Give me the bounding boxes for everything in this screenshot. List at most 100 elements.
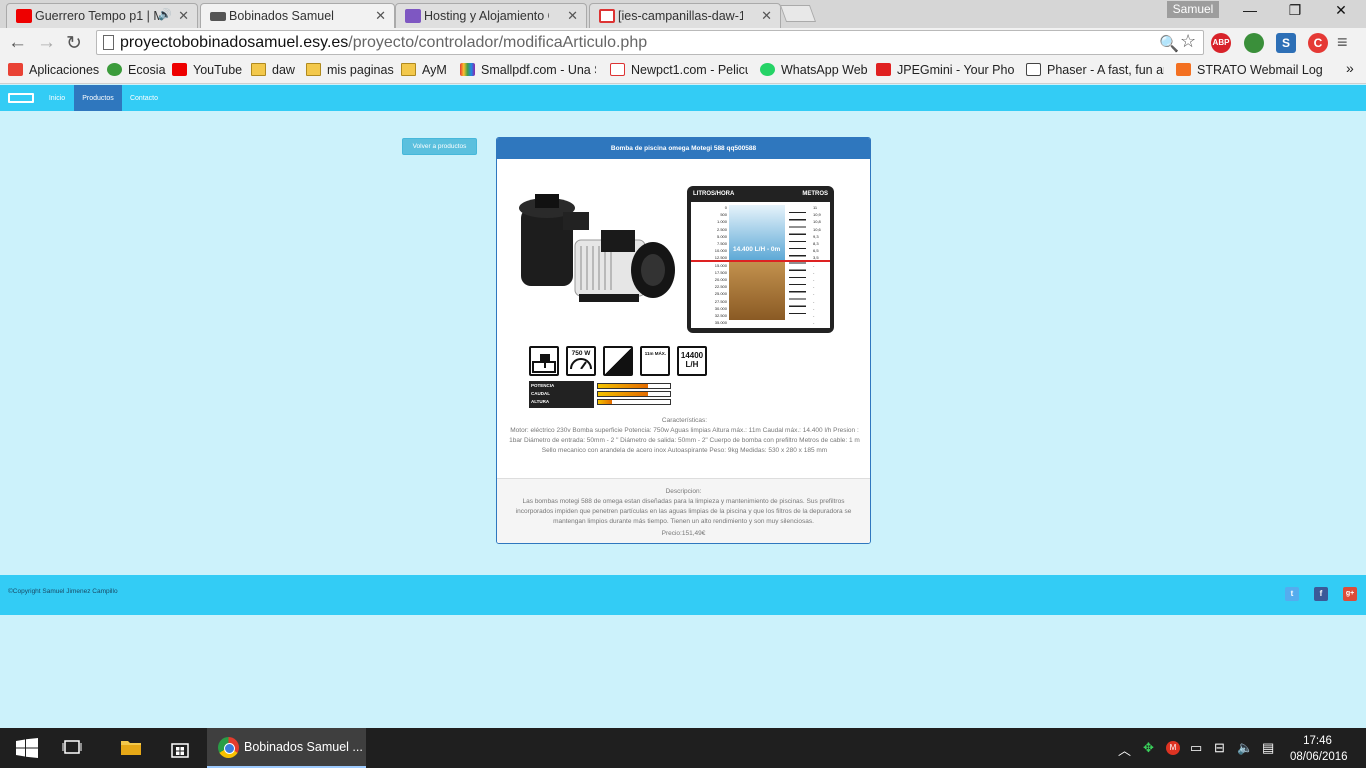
bookmark-folder-aym[interactable]: AyM — [401, 63, 447, 77]
notifications-icon[interactable]: ▤ — [1262, 740, 1274, 756]
gauge-height-value: 11 — [813, 205, 818, 210]
bookmark-whatsapp[interactable]: WhatsApp Web — [760, 63, 868, 77]
gauge-flow-value: 500 — [720, 212, 727, 218]
product-price: Precio:151,49€ — [661, 530, 706, 537]
smallpdf-icon — [460, 63, 475, 76]
bookmark-folder-daw[interactable]: daw — [251, 63, 295, 77]
folder-icon — [251, 63, 266, 76]
nav-inicio[interactable]: Inicio — [42, 85, 72, 111]
reload-icon[interactable]: ↻ — [66, 32, 82, 55]
close-tab-icon[interactable]: ✕ — [567, 8, 578, 24]
max-height-icon: 11m MÁX. — [640, 346, 670, 376]
windows-start-icon[interactable] — [16, 738, 38, 758]
bookmark-smallpdf[interactable]: Smallpdf.com - Una S — [460, 63, 596, 77]
profile-button[interactable]: Samuel — [1167, 1, 1219, 18]
back-arrow-icon[interactable]: ← — [8, 32, 27, 54]
facebook-icon[interactable]: f — [1314, 587, 1328, 601]
address-bar[interactable]: proyectobobinadosamuel.esy.es/proyecto/c… — [96, 30, 1204, 55]
gauge-flow-scale: 0 500 1.000 2.500 5.000 7.500 10.000 12.500 15.0… — [693, 204, 727, 326]
menu-icon[interactable]: ≡ — [1337, 32, 1348, 53]
gauge-flow-label: 14.400 L/H - 0m — [733, 246, 781, 253]
close-window-button[interactable]: ✕ — [1318, 2, 1364, 19]
gauge-flow-value: 22.500 — [714, 284, 727, 290]
gauge-height-value: - — [813, 313, 815, 319]
gauge-flow-value: 17.500 — [714, 269, 727, 275]
ecosia-icon — [107, 63, 122, 76]
gauge-body: 14.400 L/H - 0m 0 500 1.000 2.500 5.000 7.500… — [691, 202, 830, 328]
google-plus-icon[interactable]: g+ — [1343, 587, 1357, 601]
level-bar-fill — [598, 384, 649, 388]
bookmark-phaser[interactable]: Phaser - A fast, fun an — [1026, 63, 1164, 77]
tab-gmail[interactable]: [ies-campanillas-daw-141 ✕ — [589, 3, 781, 28]
forward-arrow-icon[interactable]: → — [37, 32, 56, 54]
gauge-height-value: 6,5 — [813, 248, 819, 254]
gmail-icon — [599, 9, 615, 23]
gauge-height-value: - — [813, 291, 815, 297]
close-tab-icon[interactable]: ✕ — [761, 8, 772, 24]
bookmark-strato[interactable]: STRATO Webmail Log — [1176, 63, 1340, 77]
performance-levels: POTENCIA CAUDAL ALTURA — [529, 381, 594, 408]
mega-icon[interactable]: M — [1166, 741, 1180, 755]
adblock-icon[interactable]: ABP — [1211, 33, 1231, 53]
globe-icon[interactable] — [1244, 33, 1264, 53]
gauge-flow-value: 25.000 — [714, 291, 727, 297]
nav-productos[interactable]: Productos — [74, 85, 122, 111]
gauge-height-value: 9,3 — [813, 233, 819, 239]
bookmark-jpegmini[interactable]: JPEGmini - Your Photo — [876, 63, 1014, 77]
network-icon[interactable]: ⊟ — [1214, 740, 1225, 756]
bookmark-star-icon[interactable]: ☆ — [1180, 31, 1196, 52]
gauge-flow-value: 27.500 — [714, 298, 727, 304]
s-extension-icon[interactable]: S — [1276, 33, 1296, 53]
url-path: /proyecto/controlador/modificaArticulo.p… — [348, 34, 648, 51]
gauge-flow-value: 0 — [724, 205, 727, 210]
gauge-height-value: 8,3 — [813, 241, 819, 247]
speaker-icon[interactable]: 🔊 — [158, 8, 172, 21]
gauge-earth-area — [729, 260, 785, 320]
tab-label: Hosting y Alojamiento Gr — [424, 9, 549, 23]
gauge-height-value: 10,8 — [813, 219, 821, 225]
motor-icon — [210, 12, 226, 21]
site-logo[interactable] — [8, 93, 34, 103]
task-view-icon[interactable] — [61, 738, 83, 758]
taskbar-clock[interactable]: 17:46 08/06/2016 — [1290, 733, 1348, 765]
taskbar-chrome-app[interactable]: Bobinados Samuel ... — [207, 728, 366, 768]
tab-bobinados-samuel[interactable]: Bobinados Samuel ✕ — [200, 3, 395, 28]
battery-icon[interactable]: ▭ — [1190, 740, 1202, 756]
level-label-potencia: POTENCIA — [531, 383, 555, 388]
restore-button[interactable]: ❐ — [1272, 2, 1318, 19]
new-tab-button[interactable] — [779, 5, 817, 22]
bookmark-folder-mis-paginas[interactable]: mis paginas — [306, 63, 394, 77]
gauge-flow-value: 2.500 — [716, 226, 727, 232]
file-explorer-icon[interactable] — [120, 738, 142, 758]
close-tab-icon[interactable]: ✕ — [178, 8, 189, 24]
tray-overflow-icon[interactable]: ︿ — [1118, 740, 1131, 759]
power-750w-icon: 750 W — [566, 346, 596, 376]
back-to-products-button[interactable]: Volver a productos — [402, 138, 477, 155]
volume-icon[interactable]: 🔈 — [1237, 740, 1253, 756]
description-section: Descripcion: Las bombas motegi 588 de om… — [497, 478, 870, 543]
url-host: proyectobobinadosamuel.esy.es — [120, 34, 349, 51]
features-text: Motor: eléctrico 230v Bomba superficie P… — [509, 427, 860, 454]
c-extension-icon[interactable]: C — [1308, 33, 1328, 53]
zoom-search-icon[interactable]: 🔍 — [1159, 34, 1179, 54]
gauge-height-value: 10,6 — [813, 226, 821, 232]
gauge-height-value: - — [813, 305, 815, 311]
clock-time: 17:46 — [1303, 735, 1332, 747]
bookmark-apps[interactable]: Aplicaciones — [8, 63, 99, 77]
more-bookmarks-icon[interactable]: » — [1346, 60, 1354, 76]
dropbox-icon[interactable]: ✥ — [1143, 740, 1154, 756]
bookmark-youtube[interactable]: YouTube — [172, 63, 242, 77]
minimize-button[interactable]: — — [1227, 2, 1273, 18]
newpct-icon — [610, 63, 625, 76]
close-tab-icon[interactable]: ✕ — [375, 8, 386, 24]
bookmark-ecosia[interactable]: Ecosia — [107, 63, 166, 77]
nav-contacto[interactable]: Contacto — [122, 85, 166, 111]
bookmark-newpct[interactable]: Newpct1.com - Pelicu — [610, 63, 748, 77]
gauge-ticks — [789, 206, 806, 318]
twitter-icon[interactable]: t — [1285, 587, 1299, 601]
tab-hosting[interactable]: Hosting y Alojamiento Gr ✕ — [395, 3, 587, 28]
description-text: Las bombas motegi 588 de omega estan dis… — [515, 498, 852, 525]
tab-youtube[interactable]: Guerrero Tempo p1 | M 🔊 ✕ — [6, 3, 198, 28]
store-icon[interactable] — [169, 738, 191, 758]
gauge-flow-value: 10.000 — [714, 248, 727, 254]
